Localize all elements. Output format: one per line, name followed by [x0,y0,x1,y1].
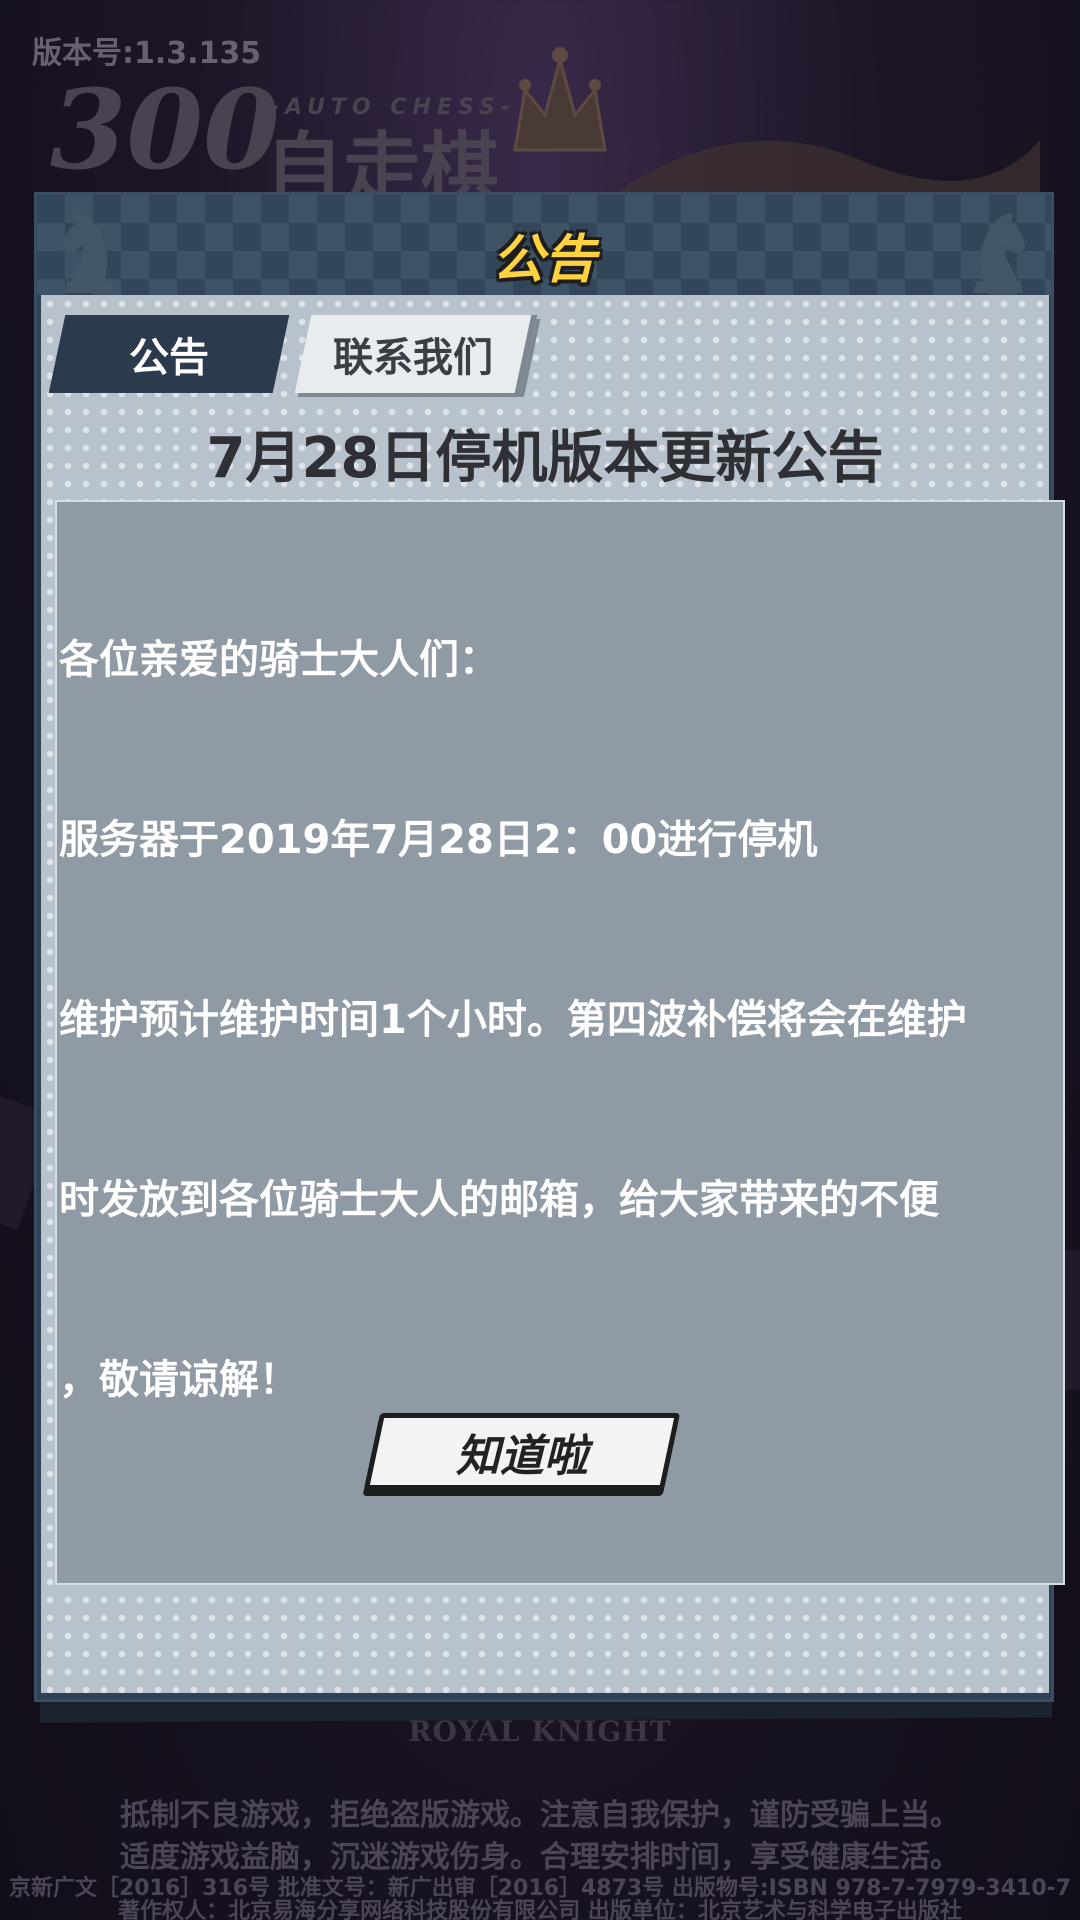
game-logo: 300 -AUTO CHESS- 自走棋 [50,65,520,216]
dialog-header: 公告 [37,195,1051,295]
content-line: ，敬请谅解！ [59,1357,299,1403]
tab-announcement[interactable]: 公告 [48,315,290,393]
content-line: 维护预计维护时间1个小时。第四波补偿将会在维护 [59,997,967,1043]
tab-label: 联系我们 [333,335,493,381]
confirm-button[interactable]: 知道啦 [363,1413,681,1490]
logo-number: 300 [50,65,280,194]
notice-title: 7月28日停机版本更新公告 [206,426,884,491]
confirm-button-label: 知道啦 [456,1430,588,1482]
tab-contact-us[interactable]: 联系我们 [294,315,538,393]
tab-label: 公告 [129,335,209,381]
copyright-line: 著作权人：北京易海分享网络科技股份有限公司 出版单位：北京艺术与科学电子出版社 [118,1899,962,1920]
crown-icon [513,47,607,152]
brand-watermark: ROYAL KNIGHT [408,1715,672,1748]
content-line: 时发放到各位骑士大人的邮箱，给大家带来的不便 [59,1177,939,1223]
dialog-title: 公告 [491,230,596,290]
logo-subtitle: -AUTO CHESS- [270,95,517,120]
content-line: 各位亲爱的骑士大人们： [59,637,499,683]
notice-content: 各位亲爱的骑士大人们： 服务器于2019年7月28日2：00进行停机 维护预计维… [59,510,1059,1530]
health-notice-line: 抵制不良游戏，拒绝盗版游戏。注意自我保护，谨防受骗上当。 [120,1798,960,1833]
content-line: 服务器于2019年7月28日2：00进行停机 [59,817,818,863]
